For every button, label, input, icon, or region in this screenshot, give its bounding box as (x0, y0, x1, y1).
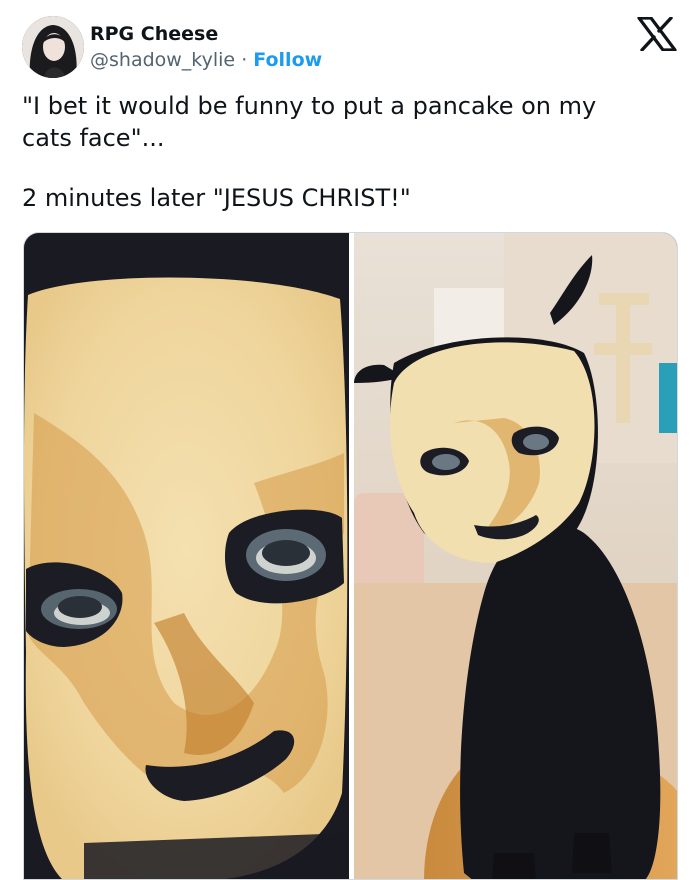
avatar[interactable] (22, 16, 84, 78)
pancake-masked-cat-closeup-photo[interactable] (24, 233, 349, 880)
tweet-line: cats face"... (22, 124, 165, 152)
handle-separator: · (241, 49, 248, 71)
tweet-media[interactable] (23, 232, 678, 880)
follow-button[interactable]: Follow (253, 49, 322, 71)
pancake-masked-black-cat-on-chair-photo[interactable] (354, 233, 678, 880)
author-handle-row: @shadow_kylie · Follow (90, 47, 322, 73)
author-display-name[interactable]: RPG Cheese (90, 22, 218, 46)
tweet-text: "I bet it would be funny to put a pancak… (22, 90, 672, 214)
author-handle[interactable]: @shadow_kylie (90, 49, 235, 71)
x-logo-icon[interactable] (637, 17, 677, 51)
tweet-line: 2 minutes later "JESUS CHRIST!" (22, 184, 411, 212)
avatar-portrait-icon (22, 16, 84, 78)
tweet-header: RPG Cheese @shadow_kylie · Follow (0, 0, 700, 88)
tweet-line: "I bet it would be funny to put a pancak… (22, 92, 597, 120)
